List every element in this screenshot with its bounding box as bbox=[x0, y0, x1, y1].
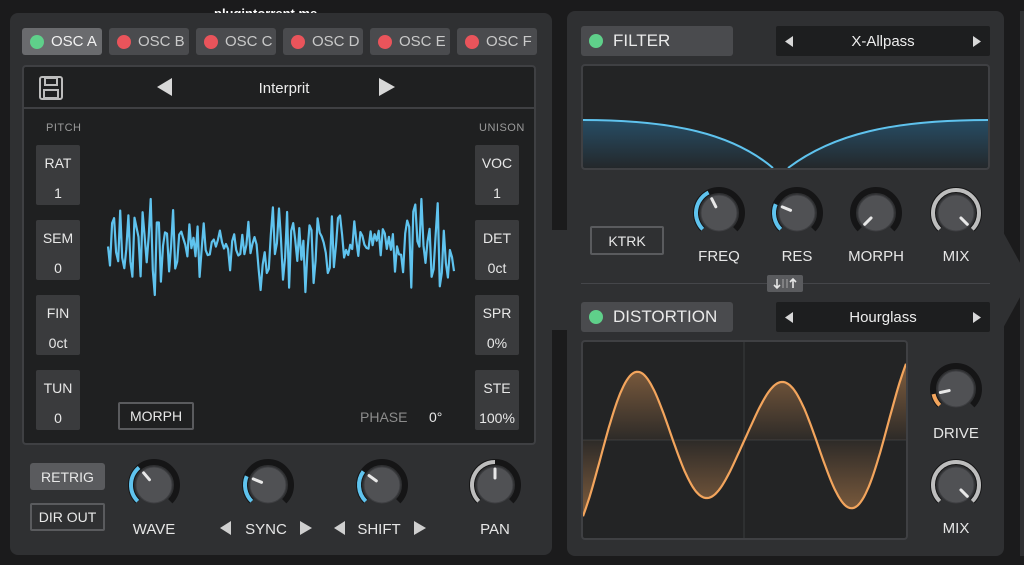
param-value[interactable]: 0 bbox=[36, 410, 80, 426]
oscillator-display: Interprit PITCH UNISON RAT 1 SEM 0 FIN 0ct TUN… bbox=[22, 65, 536, 445]
param-value[interactable]: 0ct bbox=[36, 335, 80, 351]
param-value[interactable]: 0ct bbox=[475, 260, 519, 276]
filter-morph-knob[interactable] bbox=[849, 186, 903, 245]
preset-next-icon[interactable] bbox=[378, 77, 396, 100]
waveform-graph bbox=[106, 197, 456, 297]
filter-type-value: X-Allpass bbox=[851, 32, 915, 50]
ktrk-button[interactable]: KTRK bbox=[590, 226, 664, 255]
osc-status-indicator bbox=[291, 34, 305, 49]
osc-status-indicator bbox=[204, 34, 218, 49]
filter-type-next-icon[interactable] bbox=[972, 35, 982, 51]
side-panel bbox=[1020, 11, 1024, 556]
drive-knob[interactable] bbox=[929, 362, 983, 421]
filter-enable-indicator[interactable] bbox=[589, 34, 603, 48]
drive-label: DRIVE bbox=[933, 425, 979, 442]
phase-value[interactable]: 0° bbox=[429, 409, 442, 425]
filter-title: FILTER bbox=[613, 31, 671, 50]
param-value[interactable]: 100% bbox=[475, 410, 519, 426]
sync-knob[interactable] bbox=[241, 458, 295, 517]
pitch-sem-param[interactable]: SEM 0 bbox=[36, 220, 80, 280]
res-label: RES bbox=[781, 248, 813, 265]
param-name: SPR bbox=[482, 305, 512, 321]
distortion-curve bbox=[583, 342, 906, 538]
panel-connector bbox=[548, 230, 572, 330]
osc-tab-label: OSC B bbox=[138, 33, 185, 50]
osc-status-indicator bbox=[378, 34, 392, 49]
osc-status-indicator bbox=[465, 34, 479, 49]
param-name: TUN bbox=[43, 380, 73, 396]
osc-tab-label: OSC C bbox=[225, 33, 273, 50]
osc-tab-e[interactable]: OSC E bbox=[370, 28, 450, 55]
filter-morph-label: MORPH bbox=[848, 248, 904, 265]
freq-label: FREQ bbox=[698, 248, 740, 265]
preset-prev-icon[interactable] bbox=[156, 77, 174, 100]
param-value[interactable]: 0% bbox=[475, 335, 519, 351]
filter-mix-knob[interactable] bbox=[929, 186, 983, 245]
osc-tab-label: OSC E bbox=[399, 33, 446, 50]
param-name: DET bbox=[483, 230, 511, 246]
filter-response-display bbox=[581, 64, 990, 170]
param-name: RAT bbox=[44, 155, 72, 171]
distortion-mix-knob[interactable] bbox=[929, 458, 983, 517]
filter-type-prev-icon[interactable] bbox=[784, 35, 794, 51]
shift-knob[interactable] bbox=[355, 458, 409, 517]
preset-name: Interprit bbox=[258, 80, 310, 97]
osc-tab-f[interactable]: OSC F bbox=[457, 28, 537, 55]
osc-tab-c[interactable]: OSC C bbox=[196, 28, 276, 55]
param-value[interactable]: 0 bbox=[36, 260, 80, 276]
sync-next-icon[interactable] bbox=[299, 520, 313, 539]
res-knob[interactable] bbox=[770, 186, 824, 245]
distortion-enable-indicator[interactable] bbox=[589, 310, 603, 324]
param-name: VOC bbox=[481, 155, 513, 171]
unison-ste-param[interactable]: STE 100% bbox=[475, 370, 519, 430]
filter-mix-label: MIX bbox=[942, 248, 970, 265]
osc-status-indicator bbox=[117, 34, 131, 49]
pitch-header: PITCH bbox=[46, 122, 82, 134]
osc-tab-label: OSC F bbox=[486, 33, 532, 50]
filter-type-selector[interactable]: X-Allpass bbox=[776, 26, 990, 56]
shift-next-icon[interactable] bbox=[413, 520, 427, 539]
unison-det-param[interactable]: DET 0ct bbox=[475, 220, 519, 280]
shift-label: SHIFT bbox=[357, 521, 401, 538]
osc-status-indicator bbox=[30, 34, 44, 49]
pitch-tun-param[interactable]: TUN 0 bbox=[36, 370, 80, 430]
distortion-type-value: Hourglass bbox=[849, 308, 917, 326]
osc-tab-label: OSC A bbox=[51, 33, 97, 50]
distortion-type-selector[interactable]: Hourglass bbox=[776, 302, 990, 332]
swap-icon[interactable] bbox=[767, 275, 803, 292]
osc-tab-a[interactable]: OSC A bbox=[22, 28, 102, 55]
distortion-type-next-icon[interactable] bbox=[972, 311, 982, 327]
osc-tab-d[interactable]: OSC D bbox=[283, 28, 363, 55]
param-name: FIN bbox=[46, 305, 70, 321]
distortion-mix-label: MIX bbox=[942, 520, 970, 537]
wave-knob[interactable] bbox=[127, 458, 181, 517]
filter-header[interactable]: FILTER bbox=[581, 26, 733, 56]
morph-button[interactable]: MORPH bbox=[118, 402, 194, 430]
param-name: SEM bbox=[42, 230, 74, 246]
wave-label: WAVE bbox=[132, 521, 176, 538]
unison-header: UNISON bbox=[479, 122, 525, 134]
unison-spr-param[interactable]: SPR 0% bbox=[475, 295, 519, 355]
unison-voc-param[interactable]: VOC 1 bbox=[475, 145, 519, 205]
param-value[interactable]: 1 bbox=[475, 185, 519, 201]
osc-tab-b[interactable]: OSC B bbox=[109, 28, 189, 55]
pan-label: PAN bbox=[480, 521, 510, 538]
filter-curve bbox=[583, 119, 988, 168]
param-name: STE bbox=[483, 380, 511, 396]
sync-label: SYNC bbox=[245, 521, 287, 538]
dir-out-button[interactable]: DIR OUT bbox=[30, 503, 105, 531]
freq-knob[interactable] bbox=[692, 186, 746, 245]
distortion-title: DISTORTION bbox=[613, 307, 718, 326]
distortion-shape-display bbox=[581, 340, 908, 540]
osc-tab-label: OSC D bbox=[312, 33, 360, 50]
save-icon[interactable] bbox=[38, 75, 64, 101]
pan-knob[interactable] bbox=[468, 458, 522, 517]
pitch-fin-param[interactable]: FIN 0ct bbox=[36, 295, 80, 355]
distortion-type-prev-icon[interactable] bbox=[784, 311, 794, 327]
retrig-button[interactable]: RETRIG bbox=[30, 463, 105, 490]
distortion-header[interactable]: DISTORTION bbox=[581, 302, 733, 332]
param-value[interactable]: 1 bbox=[36, 185, 80, 201]
phase-label: PHASE bbox=[360, 409, 408, 425]
pitch-rat-param[interactable]: RAT 1 bbox=[36, 145, 80, 205]
